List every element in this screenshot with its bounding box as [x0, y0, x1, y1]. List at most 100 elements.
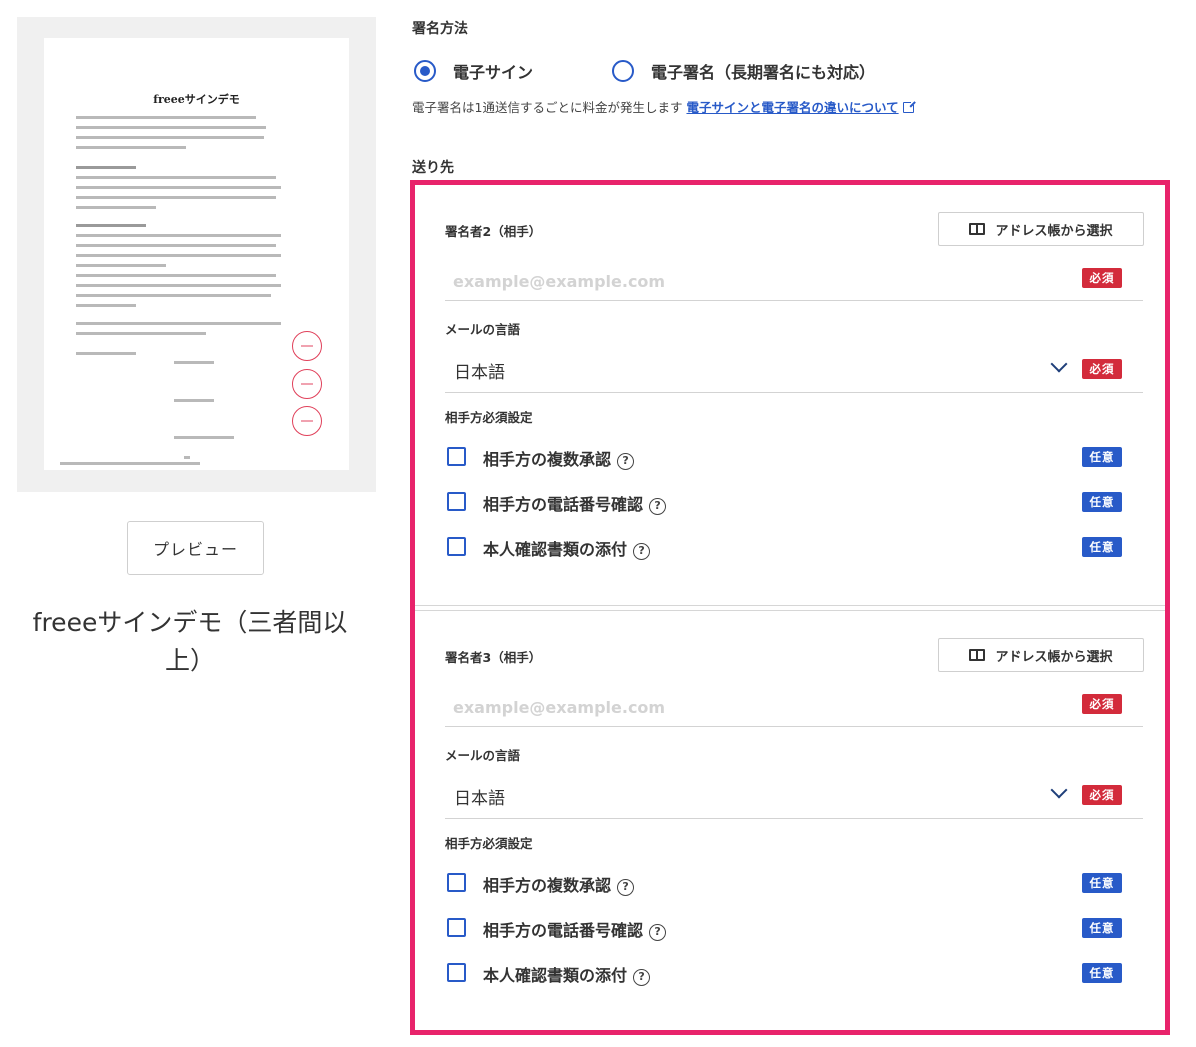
- option-id-document[interactable]: 本人確認書類の添付? 任意: [445, 958, 1143, 988]
- radio-button-checked[interactable]: [414, 60, 436, 82]
- language-label: メールの言語: [445, 322, 521, 337]
- help-icon[interactable]: ?: [633, 969, 651, 986]
- document-text-line: [60, 462, 200, 465]
- option-label: 相手方の電話番号確認?: [483, 917, 667, 941]
- option-label: 相手方の複数承認?: [483, 872, 635, 896]
- checkbox[interactable]: [447, 873, 466, 892]
- recipients-heading: 送り先: [412, 160, 454, 176]
- email-input[interactable]: [445, 689, 1143, 727]
- address-book-button[interactable]: アドレス帳から選択: [938, 638, 1144, 672]
- help-icon[interactable]: ?: [617, 453, 635, 470]
- help-icon[interactable]: ?: [649, 924, 667, 941]
- document-name: freeeサインデモ（三者間以上）: [32, 608, 348, 675]
- option-multiple-approval[interactable]: 相手方の複数承認? 任意: [445, 868, 1143, 898]
- language-value: 日本語: [454, 789, 505, 809]
- address-book-button[interactable]: アドレス帳から選択: [938, 212, 1144, 246]
- document-text-line: [76, 196, 276, 199]
- checkbox[interactable]: [447, 492, 466, 511]
- book-icon: [969, 223, 986, 235]
- document-text-line: [76, 136, 264, 139]
- document-text-line: [76, 116, 256, 119]
- document-text-line: [76, 244, 276, 247]
- document-text-line: [76, 166, 136, 169]
- email-input[interactable]: [445, 263, 1143, 301]
- document-text-line: [76, 304, 136, 307]
- document-text-line: [76, 274, 276, 277]
- required-badge: 必須: [1082, 359, 1122, 379]
- optional-badge: 任意: [1082, 492, 1122, 512]
- help-icon[interactable]: ?: [649, 498, 667, 515]
- document-text-line: [76, 352, 136, 355]
- required-settings-label: 相手方必須設定: [445, 410, 533, 425]
- checkbox[interactable]: [447, 963, 466, 982]
- option-label: 相手方の電話番号確認?: [483, 491, 667, 515]
- document-text-line: [76, 264, 166, 267]
- radio-label: 電子サイン: [453, 63, 534, 82]
- language-select[interactable]: 日本語 必須: [445, 345, 1143, 393]
- document-text-line: [76, 234, 281, 237]
- seal-stamp-3: [292, 406, 322, 436]
- seal-stamp-2: [292, 369, 322, 399]
- document-text-line: [76, 146, 186, 149]
- optional-badge: 任意: [1082, 963, 1122, 983]
- chevron-down-icon[interactable]: [1050, 355, 1068, 373]
- checkbox[interactable]: [447, 918, 466, 937]
- document-text-line: [76, 224, 146, 227]
- option-id-document[interactable]: 本人確認書類の添付? 任意: [445, 532, 1143, 562]
- pricing-note: 電子署名は1通送信するごとに料金が発生します 電子サインと電子署名の違いについて: [412, 97, 916, 116]
- recipients-panel: 署名者2（相手） アドレス帳から選択 必須 メールの言語 日本語 必須 相手方必…: [410, 180, 1170, 1035]
- document-text-line: [76, 322, 281, 325]
- address-book-label: アドレス帳から選択: [995, 648, 1113, 664]
- external-link-icon[interactable]: [902, 100, 916, 113]
- radio-label: 電子署名（長期署名にも対応）: [651, 63, 876, 82]
- document-text-line: [174, 399, 214, 402]
- option-multiple-approval[interactable]: 相手方の複数承認? 任意: [445, 442, 1143, 472]
- language-value: 日本語: [454, 363, 505, 383]
- document-title: freeeサインデモ: [153, 93, 240, 106]
- document-text-line: [76, 186, 281, 189]
- chevron-down-icon[interactable]: [1050, 781, 1068, 799]
- preview-button[interactable]: プレビュー: [127, 521, 264, 575]
- document-page: freeeサインデモ: [44, 38, 349, 470]
- required-badge: 必須: [1082, 785, 1122, 805]
- option-phone-verification[interactable]: 相手方の電話番号確認? 任意: [445, 913, 1143, 943]
- document-text-line: [76, 254, 281, 257]
- document-text-line: [76, 284, 281, 287]
- document-text-line: [174, 361, 214, 364]
- required-badge: 必須: [1082, 268, 1122, 288]
- signing-method-heading: 署名方法: [412, 21, 468, 37]
- language-select[interactable]: 日本語 必須: [445, 771, 1143, 819]
- document-text-line: [76, 126, 266, 129]
- option-label: 相手方の複数承認?: [483, 446, 635, 470]
- help-icon[interactable]: ?: [633, 543, 651, 560]
- optional-badge: 任意: [1082, 447, 1122, 467]
- option-label: 本人確認書類の添付?: [483, 536, 651, 560]
- optional-badge: 任意: [1082, 537, 1122, 557]
- document-text-line: [76, 294, 271, 297]
- document-text-line: [76, 206, 156, 209]
- signer-label: 署名者3（相手）: [445, 650, 542, 665]
- help-icon[interactable]: ?: [617, 879, 635, 896]
- book-icon: [969, 649, 986, 661]
- document-text-line: [76, 176, 276, 179]
- checkbox[interactable]: [447, 537, 466, 556]
- document-thumbnail[interactable]: freeeサインデモ: [17, 17, 376, 492]
- checkbox[interactable]: [447, 447, 466, 466]
- radio-button[interactable]: [612, 60, 634, 82]
- document-text-line: [174, 436, 234, 439]
- option-phone-verification[interactable]: 相手方の電話番号確認? 任意: [445, 487, 1143, 517]
- optional-badge: 任意: [1082, 918, 1122, 938]
- option-label: 本人確認書類の添付?: [483, 962, 651, 986]
- signer-card-3: 署名者3（相手） アドレス帳から選択 必須 メールの言語 日本語 必須 相手方必…: [415, 605, 1165, 986]
- optional-badge: 任意: [1082, 873, 1122, 893]
- radio-digital-signature[interactable]: 電子署名（長期署名にも対応）: [612, 59, 875, 83]
- signer-label: 署名者2（相手）: [445, 224, 542, 239]
- difference-link[interactable]: 電子サインと電子署名の違いについて: [686, 100, 898, 115]
- document-text-line: [184, 456, 190, 459]
- required-badge: 必須: [1082, 694, 1122, 714]
- seal-stamp-1: [292, 331, 322, 361]
- required-settings-label: 相手方必須設定: [445, 836, 533, 851]
- language-label: メールの言語: [445, 748, 521, 763]
- document-text-line: [76, 332, 206, 335]
- radio-electronic-sign[interactable]: 電子サイン: [414, 59, 533, 83]
